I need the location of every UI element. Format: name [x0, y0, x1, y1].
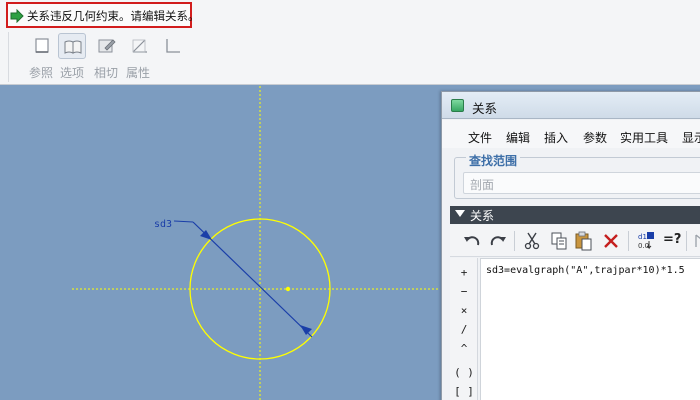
circle-point: [285, 286, 291, 292]
menu-file[interactable]: 文件: [468, 129, 492, 146]
relations-section-title: 关系: [470, 209, 495, 223]
diameter-dimension: [173, 220, 313, 338]
evaluate-icon: =?: [663, 232, 682, 247]
operator-multiply-button[interactable]: ×: [450, 304, 478, 322]
menu-insert[interactable]: 插入: [544, 129, 568, 146]
references-button[interactable]: [29, 33, 57, 59]
dialog-app-icon: [451, 99, 464, 112]
more-button[interactable]: [690, 229, 700, 253]
relations-editor[interactable]: sd3=evalgraph("A",trajpar*10)*1.5: [480, 258, 700, 400]
options-label: 选项: [60, 66, 85, 80]
properties-label: 属性: [126, 66, 151, 80]
copy-button[interactable]: [547, 229, 571, 253]
operator-minus-button[interactable]: −: [450, 285, 478, 303]
cut-button[interactable]: [520, 229, 544, 253]
dialog-menubar: 文件 编辑 插入 参数 实用工具 显示: [442, 120, 700, 148]
menu-parameters[interactable]: 参数: [583, 129, 607, 146]
operator-power-button[interactable]: ^: [450, 342, 478, 360]
evaluate-button[interactable]: =?: [660, 229, 684, 253]
operator-divide-button[interactable]: /: [450, 323, 478, 341]
operator-plus-button[interactable]: +: [450, 266, 478, 284]
divider: [8, 32, 9, 82]
relations-toolbar: d1 0.0 =?: [450, 225, 700, 257]
redo-button[interactable]: [486, 229, 510, 253]
toolbar-divider: [628, 231, 629, 251]
dialog-titlebar[interactable]: 关系: [442, 92, 700, 119]
placeholder-button[interactable]: [159, 33, 187, 59]
dimension-label[interactable]: sd3: [154, 219, 172, 230]
references-label: 参照: [29, 66, 54, 80]
find-scope-label: 查找范围: [466, 152, 521, 169]
options-button[interactable]: [58, 33, 86, 59]
relation-text: sd3=evalgraph("A",trajpar*10)*1.5: [486, 265, 685, 276]
menu-edit[interactable]: 编辑: [506, 129, 530, 146]
operator-parentheses-button[interactable]: ( ): [450, 366, 478, 384]
paste-button[interactable]: [572, 229, 596, 253]
message-text: 关系违反几何约束。请编辑关系。: [27, 9, 200, 23]
properties-button[interactable]: [126, 33, 154, 59]
svg-text:d1: d1: [638, 233, 647, 241]
operator-panel: + − × / ^ ( ) [ ]: [450, 258, 478, 400]
relations-dialog: 关系 文件 编辑 插入 参数 实用工具 显示 查找范围 剖面 关系: [441, 91, 700, 400]
find-scope-select[interactable]: 剖面: [463, 172, 700, 194]
toolbar-divider: [686, 231, 687, 251]
message-area: 关系违反几何约束。请编辑关系。: [6, 2, 200, 28]
operator-brackets-button[interactable]: [ ]: [450, 385, 478, 400]
delete-button[interactable]: [599, 229, 623, 253]
menu-display[interactable]: 显示: [682, 129, 700, 146]
green-arrow-icon: [10, 8, 24, 24]
tangent-label: 相切: [94, 66, 119, 80]
relations-section-header[interactable]: 关系: [450, 206, 700, 224]
collapse-arrow-icon: [455, 210, 465, 217]
tangent-button[interactable]: [93, 33, 121, 59]
menu-utilities[interactable]: 实用工具: [620, 129, 668, 146]
sort-button[interactable]: d1 0.0: [634, 229, 658, 253]
dialog-title: 关系: [472, 101, 498, 116]
toolbar-divider: [514, 231, 515, 251]
feature-dashboard: 关系违反几何约束。请编辑关系。 参照 选项 相切 属性: [0, 0, 700, 85]
find-scope-value: 剖面: [470, 178, 495, 192]
undo-button[interactable]: [460, 229, 484, 253]
